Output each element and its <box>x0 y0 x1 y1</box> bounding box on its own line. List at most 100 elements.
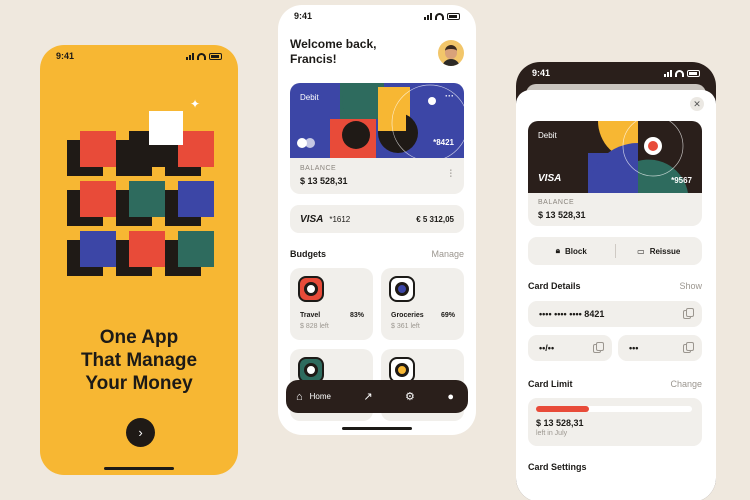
status-bar: 9:41 <box>40 45 238 67</box>
next-button[interactable]: › <box>126 418 155 447</box>
cvv-field[interactable]: ••• <box>618 335 702 361</box>
block-tile <box>67 131 116 176</box>
block-tile <box>116 231 165 276</box>
block-label: Block <box>564 246 587 256</box>
visa-card-number: *1612 <box>329 214 351 224</box>
debit-card[interactable]: Debit ··· *8421 BALANCE $ 13 528,31 ⫶ <box>290 83 464 194</box>
limit-period: left in July <box>536 430 568 437</box>
chevron-right-icon: › <box>138 425 143 440</box>
card-type: Debit <box>300 93 319 102</box>
wifi-icon <box>435 12 444 20</box>
home-indicator <box>104 467 174 470</box>
copy-icon[interactable] <box>683 307 694 319</box>
arrow-up-right-icon[interactable]: ↗ <box>363 390 372 403</box>
card-number: *8421 <box>433 138 454 147</box>
card-sheet: ✕ Debit VISA *9567 BALANCE $ 13 528,31 🔒… <box>516 90 716 500</box>
card-details-title: Card Details <box>528 281 581 291</box>
budgets-header: Budgets Manage <box>290 249 464 259</box>
copy-icon[interactable] <box>683 341 694 353</box>
gear-icon[interactable]: ⚙ <box>405 390 415 403</box>
limit-amount: $ 13 528,31 <box>536 418 584 428</box>
title-line: That Manage <box>80 350 198 371</box>
tab-home[interactable]: ⌂ Home <box>296 391 331 403</box>
user-icon[interactable]: ● <box>447 391 454 403</box>
close-button[interactable]: ✕ <box>690 97 704 111</box>
reissue-button[interactable]: ▭ Reissue <box>616 247 703 256</box>
battery-icon <box>687 69 700 77</box>
status-bar: 9:41 <box>278 5 476 27</box>
budget-name: Groceries <box>391 312 424 319</box>
masked-expiry: ••/•• <box>539 343 555 353</box>
debit-card[interactable]: Debit VISA *9567 BALANCE $ 13 528,31 <box>528 121 702 226</box>
close-icon: ✕ <box>693 98 701 109</box>
bottom-tab-bar: ⌂ Home ↗ ⚙ ● <box>286 380 468 413</box>
budget-name: Travel <box>300 312 321 319</box>
card-number-field[interactable]: •••• •••• •••• 8421 <box>528 301 702 327</box>
battery-icon <box>447 12 460 20</box>
visa-logo: VISA <box>300 213 324 225</box>
battery-icon <box>209 52 222 60</box>
show-link[interactable]: Show <box>679 281 702 291</box>
budget-percent: 83% <box>349 312 364 319</box>
budget-percent: 69% <box>440 312 455 319</box>
onboarding-phone: 9:41 ✦ One App That Manage Your Money › <box>40 45 238 475</box>
limit-progress-fill <box>536 406 590 412</box>
pie-chart-icon <box>389 276 415 302</box>
card-face: Debit VISA *9567 <box>528 121 702 193</box>
masked-cvv: ••• <box>629 343 639 353</box>
card-icon: ▭ <box>637 246 645 256</box>
card-limit-title: Card Limit <box>528 379 573 389</box>
budget-left: $ 828 left <box>300 323 329 330</box>
block-button[interactable]: 🔒︎ Block <box>528 246 615 256</box>
block-tile <box>116 181 165 226</box>
copy-icon[interactable] <box>593 341 604 353</box>
card-face: Debit ··· *8421 <box>290 83 464 158</box>
white-block <box>149 111 183 145</box>
sliders-icon[interactable]: ⫶ <box>450 169 453 180</box>
card-actions: 🔒︎ Block ▭ Reissue <box>528 237 702 265</box>
card-number: *9567 <box>671 176 692 185</box>
avatar[interactable] <box>438 40 464 66</box>
home-indicator <box>342 427 412 430</box>
budget-left: $ 361 left <box>391 323 420 330</box>
balance-label: BALANCE <box>538 199 575 206</box>
budget-card-groceries[interactable]: Groceries 69% $ 361 left <box>381 268 464 340</box>
card-limit-panel: $ 13 528,31 left in July <box>528 398 702 446</box>
lock-icon: 🔒︎ <box>555 246 560 255</box>
status-icons <box>664 69 700 77</box>
sparkle-icon: ✦ <box>190 97 201 111</box>
pie-chart-icon <box>298 276 324 302</box>
welcome-name: Francis! <box>290 52 337 66</box>
block-tile <box>67 231 116 276</box>
status-time: 9:41 <box>532 68 551 78</box>
onboarding-title: One App That Manage Your Money <box>40 326 238 395</box>
budget-card-travel[interactable]: Travel 83% $ 828 left <box>290 268 373 340</box>
welcome-line: Welcome back, <box>290 37 377 51</box>
welcome-heading: Welcome back, Francis! <box>290 37 376 67</box>
block-tile <box>165 131 214 176</box>
block-tile <box>165 181 214 226</box>
visa-logo: VISA <box>538 173 562 184</box>
card-type: Debit <box>538 131 557 140</box>
signal-icon <box>186 52 194 60</box>
tab-home-label: Home <box>309 392 331 401</box>
masked-card-number: •••• •••• •••• 8421 <box>539 309 605 319</box>
signal-icon <box>664 69 672 77</box>
card-details-header: Card Details Show <box>528 281 702 291</box>
card-settings-title: Card Settings <box>528 462 587 472</box>
limit-progress-track <box>536 406 692 412</box>
balance-value: $ 13 528,31 <box>538 210 586 220</box>
manage-link[interactable]: Manage <box>431 249 464 259</box>
signal-icon <box>424 12 432 20</box>
visa-card-row[interactable]: VISA *1612 € 5 312,05 <box>290 205 464 233</box>
more-icon[interactable]: ··· <box>445 91 454 101</box>
balance-label: BALANCE <box>300 165 337 172</box>
change-link[interactable]: Change <box>670 379 702 389</box>
balance-value: $ 13 528,31 <box>300 176 348 186</box>
status-time: 9:41 <box>56 51 75 61</box>
title-line: Your Money <box>85 373 193 394</box>
block-tile <box>165 231 214 276</box>
status-icons <box>186 52 222 60</box>
wifi-icon <box>675 69 684 77</box>
expiry-field[interactable]: ••/•• <box>528 335 612 361</box>
